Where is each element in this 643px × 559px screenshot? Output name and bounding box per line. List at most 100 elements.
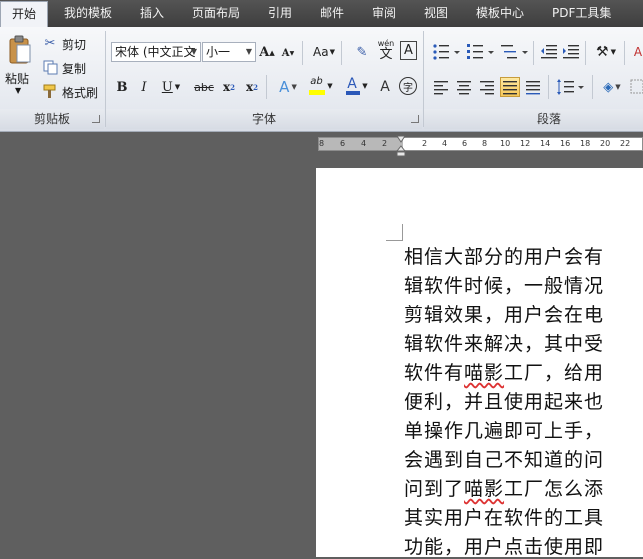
font-name-value: 宋体 (中文正文 xyxy=(115,45,196,59)
ribbon: 粘贴 ▼ ✂ 剪切 复制 格式刷 剪贴板 宋体 (中文正文 ▼ 小一 ▼ A ▲ … xyxy=(0,27,643,132)
ruler-number: 18 xyxy=(580,139,591,148)
spellcheck-marked-word[interactable]: 喵影 xyxy=(464,362,504,384)
chevron-down-icon: ▼ xyxy=(610,48,616,56)
divider xyxy=(592,75,593,99)
indent-marker-icon[interactable] xyxy=(396,135,406,157)
horizontal-ruler[interactable]: 8 6 4 2 2 4 6 8 10 12 14 16 18 20 22 xyxy=(318,137,643,151)
document-line: 相信大部分的用户会有 xyxy=(404,246,605,268)
ruler-number: 14 xyxy=(540,139,551,148)
document-page[interactable]: 相信大部分的用户会有 辑软件时候，一般情况 剪辑效果，用户会在电 辑软件来解决，… xyxy=(316,168,643,558)
chevron-down-icon: ▼ xyxy=(245,47,252,56)
shrink-font-icon[interactable]: A ▼ xyxy=(280,44,296,62)
phonetic-char: 文 xyxy=(379,47,393,62)
tab-template-center[interactable]: 模板中心 xyxy=(476,0,524,27)
font-size-select[interactable]: 小一 ▼ xyxy=(202,42,256,62)
divider xyxy=(533,41,534,65)
font-launcher-icon[interactable] xyxy=(411,115,419,123)
divider xyxy=(585,41,586,65)
font-color-button[interactable]: A ▼ xyxy=(342,75,372,97)
divider xyxy=(624,41,625,65)
decrease-indent-icon[interactable] xyxy=(540,43,558,61)
document-line: 其实用户在软件的工具 xyxy=(404,507,605,529)
ruler-number: 4 xyxy=(361,139,367,148)
enclose-characters-label: 字 xyxy=(403,82,413,94)
tab-home[interactable]: 开始 xyxy=(0,1,48,28)
distributed-icon[interactable] xyxy=(523,77,543,97)
tab-mailings[interactable]: 邮件 xyxy=(320,0,344,27)
document-line: 辑软件来解决，其中受 xyxy=(404,333,605,355)
ruler-number: 12 xyxy=(520,139,531,148)
ruler-number: 2 xyxy=(382,139,388,148)
clear-formatting-icon[interactable]: ✎ xyxy=(352,42,372,62)
divider xyxy=(302,41,303,65)
justify-icon xyxy=(503,81,517,95)
superscript-icon[interactable]: x2 xyxy=(243,77,261,97)
align-center-icon[interactable] xyxy=(454,77,474,97)
chevron-down-icon: ▼ xyxy=(327,82,333,90)
numbering-button[interactable] xyxy=(466,43,496,61)
cut-button[interactable]: ✂ 剪切 xyxy=(42,35,92,53)
borders-icon[interactable] xyxy=(630,79,643,95)
change-case-button[interactable]: Aa ▼ xyxy=(311,42,337,62)
chevron-down-icon: ▼ xyxy=(362,82,368,90)
asian-layout-icon[interactable]: A xyxy=(630,42,643,62)
ruler-number: 6 xyxy=(462,139,468,148)
tab-page-layout[interactable]: 页面布局 xyxy=(192,0,240,27)
spellcheck-marked-word[interactable]: 喵影 xyxy=(464,478,504,500)
phonetic-guide-button[interactable]: wén 文 xyxy=(376,39,396,63)
ruler-number: 22 xyxy=(620,139,631,148)
ruler-number: 10 xyxy=(500,139,511,148)
divider xyxy=(548,75,549,99)
enclose-characters-button[interactable]: 字 xyxy=(399,77,417,95)
chevron-down-icon: ▼ xyxy=(291,83,297,91)
subscript-icon[interactable]: x2 xyxy=(220,77,238,97)
text-boundary-corner xyxy=(386,224,403,241)
font-color-icon: A xyxy=(347,76,357,92)
align-left-icon[interactable] xyxy=(431,77,451,97)
strikethrough-icon[interactable]: abc xyxy=(194,77,214,97)
increase-indent-icon[interactable] xyxy=(562,43,580,61)
paste-button[interactable]: 粘贴 ▼ xyxy=(2,30,34,104)
font-name-select[interactable]: 宋体 (中文正文 ▼ xyxy=(111,42,201,62)
underline-button[interactable]: U ▼ xyxy=(158,77,184,97)
document-line: 问到了喵影工厂怎么添 xyxy=(404,478,605,500)
bullets-button[interactable] xyxy=(432,43,462,61)
multilevel-list-button[interactable] xyxy=(500,43,530,61)
format-painter-label: 格式刷 xyxy=(62,86,99,100)
paste-label: 粘贴 xyxy=(5,72,30,86)
highlight-color-button[interactable]: ab ▼ xyxy=(306,75,336,97)
bold-icon[interactable]: B xyxy=(114,77,130,97)
tab-view[interactable]: 视图 xyxy=(424,0,448,27)
format-painter-icon xyxy=(43,84,56,98)
divider xyxy=(341,41,342,65)
character-border-button[interactable]: A xyxy=(400,41,417,60)
italic-icon[interactable]: I xyxy=(136,77,152,97)
ruler-number: 20 xyxy=(600,139,611,148)
document-line: 功能，用户点击使用即 xyxy=(404,536,605,558)
sort-button[interactable]: ⚒ ▼ xyxy=(592,42,620,62)
tab-insert[interactable]: 插入 xyxy=(140,0,164,27)
font-size-value: 小一 xyxy=(206,45,231,59)
chevron-down-icon: ▼ xyxy=(174,83,181,91)
grow-font-icon[interactable]: A ▲ xyxy=(259,42,275,62)
align-right-icon[interactable] xyxy=(477,77,497,97)
justify-button[interactable] xyxy=(500,77,520,97)
tab-review[interactable]: 审阅 xyxy=(372,0,396,27)
text-effects-button[interactable]: A ▼ xyxy=(274,77,302,97)
document-line: 会遇到自己不知道的问 xyxy=(404,449,605,471)
highlighter-icon: ab xyxy=(310,76,323,87)
clipboard-launcher-icon[interactable] xyxy=(92,115,100,123)
ruler-number: 16 xyxy=(560,139,571,148)
shading-button[interactable]: ◈ ▼ xyxy=(598,77,626,97)
character-shading-icon[interactable]: A xyxy=(376,77,394,97)
tab-my-templates[interactable]: 我的模板 xyxy=(64,0,112,27)
copy-button[interactable]: 复制 xyxy=(42,59,92,77)
ruler-number: 2 xyxy=(422,139,428,148)
tab-pdf-tools[interactable]: PDF工具集 xyxy=(552,0,611,27)
scissors-icon: ✂ xyxy=(44,35,56,51)
line-spacing-button[interactable] xyxy=(556,78,586,96)
tab-references[interactable]: 引用 xyxy=(268,0,292,27)
format-painter-button[interactable]: 格式刷 xyxy=(42,83,102,101)
ruler-number: 6 xyxy=(340,139,346,148)
paste-icon xyxy=(9,35,31,64)
